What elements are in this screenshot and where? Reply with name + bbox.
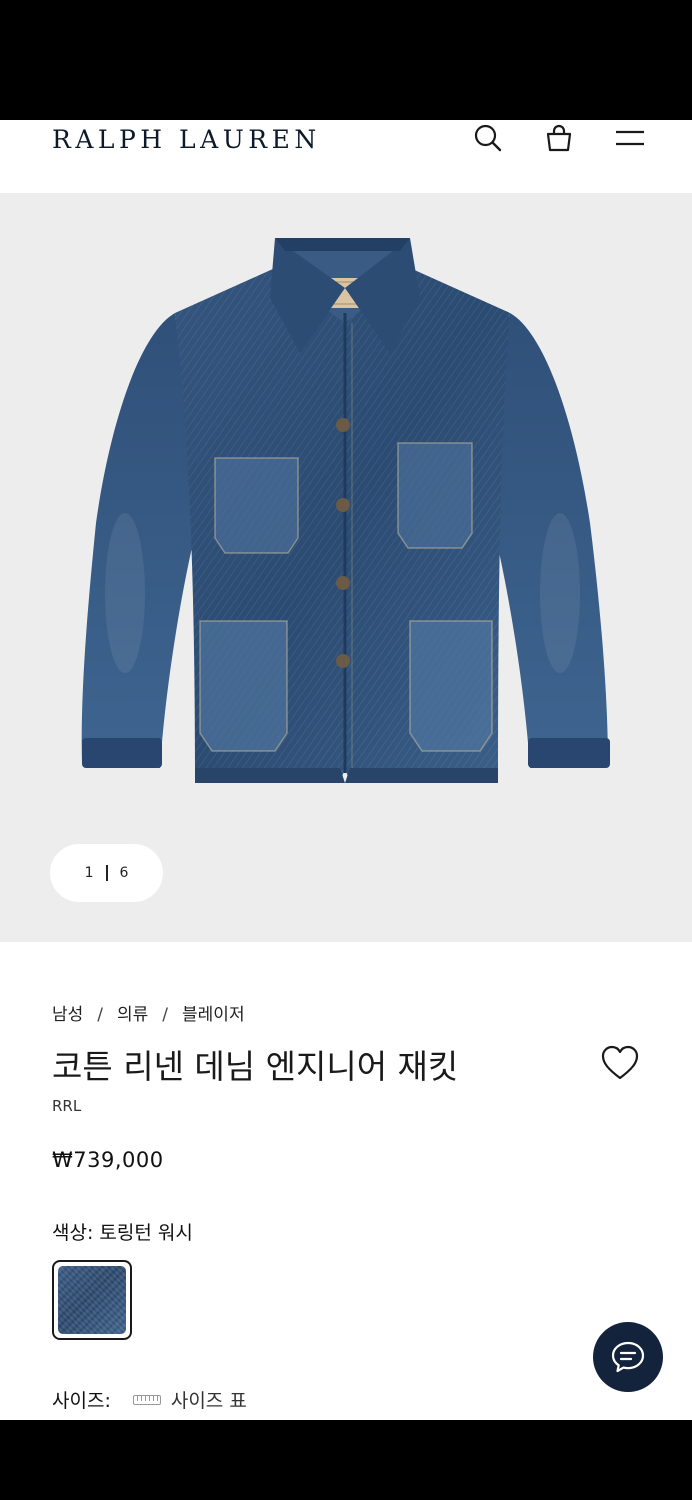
ruler-icon [132, 1394, 161, 1405]
brand-logo[interactable]: RALPH LAUREN [52, 122, 321, 158]
product-image-gallery[interactable]: 1 6 [0, 193, 692, 942]
status-bar [0, 0, 692, 120]
color-label: 색상: [52, 1222, 94, 1244]
site-header: RALPH LAUREN [0, 120, 692, 193]
breadcrumb: 남성 / 의류 / 블레이저 [52, 1000, 245, 1025]
pager-current: 1 [84, 865, 94, 881]
color-swatch-selected[interactable] [52, 1260, 132, 1340]
search-icon[interactable] [468, 120, 508, 156]
product-price: ₩739,000 [52, 1148, 164, 1172]
product-brand: RRL [52, 1097, 82, 1115]
denim-jacket-image [81, 238, 610, 783]
shopping-bag-icon[interactable] [539, 120, 579, 156]
size-label: 사이즈: [52, 1390, 111, 1412]
size-section: 사이즈: 사이즈 표 [52, 1386, 247, 1413]
breadcrumb-item-men[interactable]: 남성 [52, 1005, 83, 1025]
breadcrumb-separator: / [97, 1005, 104, 1025]
pager-divider [105, 865, 108, 881]
breadcrumb-item-blazers[interactable]: 블레이저 [182, 1005, 245, 1025]
product-title: 코튼 리넨 데님 엔지니어 재킷 [52, 1047, 459, 1086]
size-guide-link[interactable]: 사이즈 표 [132, 1386, 247, 1413]
color-selection-label: 색상: 토링턴 워시 [52, 1218, 193, 1245]
wishlist-heart-icon[interactable] [600, 1044, 640, 1082]
size-guide-label: 사이즈 표 [170, 1390, 247, 1412]
breadcrumb-separator: / [162, 1005, 169, 1025]
pager-total: 6 [119, 865, 129, 881]
navigation-bar [0, 1420, 692, 1500]
gallery-pager: 1 6 [50, 844, 163, 902]
chat-bubble-icon [611, 1341, 645, 1373]
color-swatch-denim [58, 1266, 126, 1334]
menu-icon[interactable] [610, 120, 650, 156]
color-value: 토링턴 워시 [99, 1222, 193, 1244]
breadcrumb-item-clothing[interactable]: 의류 [117, 1005, 148, 1025]
chat-button[interactable] [593, 1322, 663, 1392]
